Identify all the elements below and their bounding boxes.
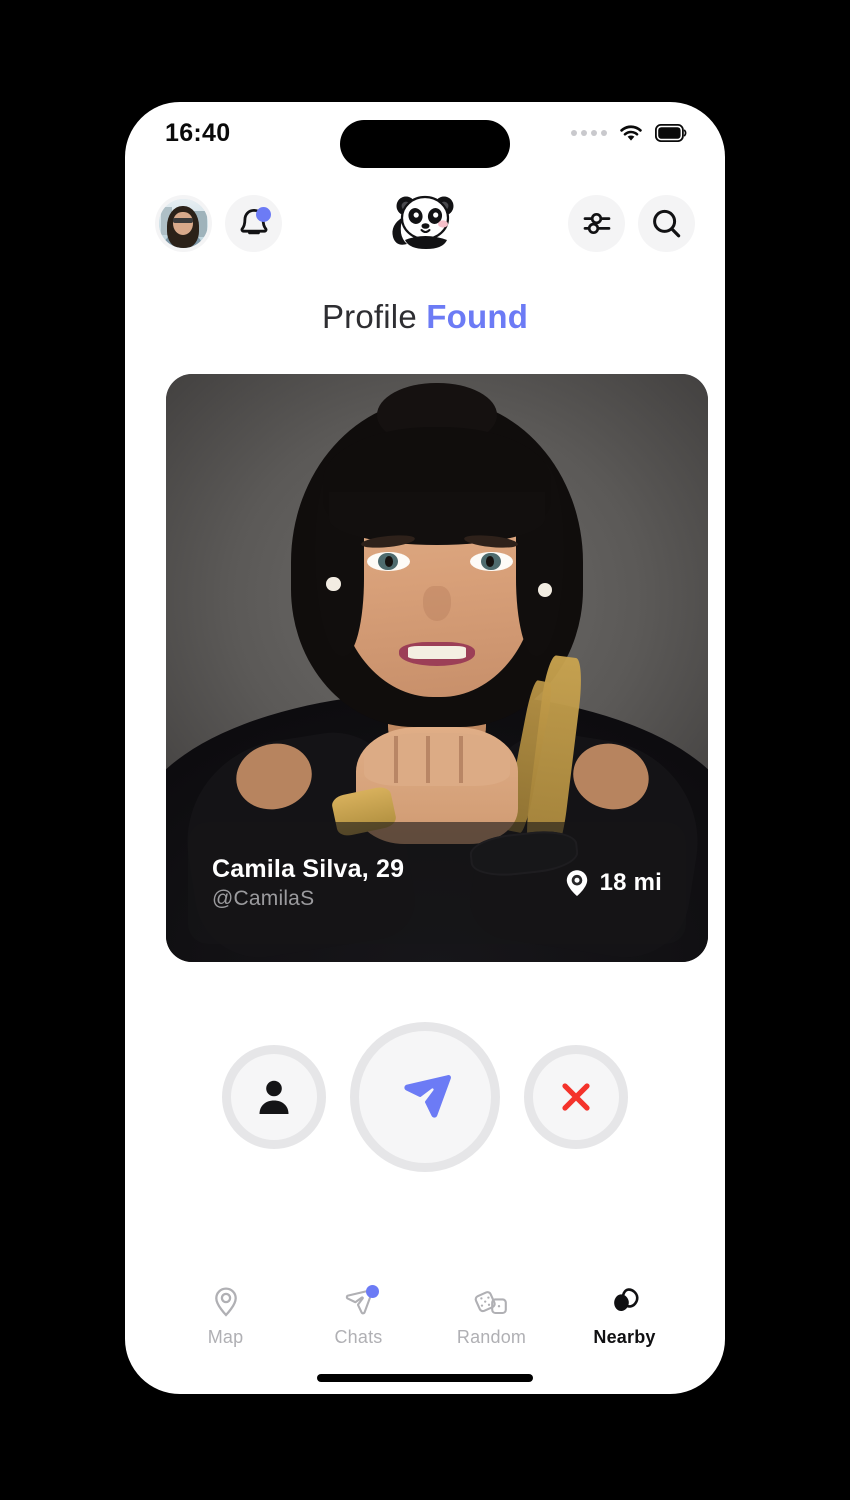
header-right-group xyxy=(568,194,695,252)
panda-logo-icon xyxy=(389,190,461,256)
stacked-cards-icon xyxy=(606,1284,644,1320)
nav-label-map: Map xyxy=(207,1327,244,1347)
profile-distance: 18 mi xyxy=(599,869,662,896)
status-indicators xyxy=(571,123,691,143)
dice-icon xyxy=(473,1284,511,1320)
person-icon xyxy=(259,1080,289,1114)
app-header xyxy=(125,187,725,259)
filters-button[interactable] xyxy=(568,194,625,252)
nav-label-random: Random xyxy=(456,1327,527,1347)
nav-item-map[interactable]: Map xyxy=(159,1284,292,1348)
signal-dots-icon xyxy=(571,130,607,136)
page-title-accent: Found xyxy=(426,298,529,335)
status-time: 16:40 xyxy=(165,118,231,147)
send-plane-icon xyxy=(404,1075,451,1118)
send-plane-outline-icon xyxy=(340,1284,379,1320)
dismiss-button[interactable] xyxy=(524,1045,628,1149)
profile-avatar[interactable] xyxy=(155,194,212,252)
nav-item-random[interactable]: Random xyxy=(425,1284,558,1348)
notification-badge xyxy=(256,206,271,222)
home-indicator[interactable] xyxy=(317,1374,533,1382)
profile-card[interactable]: Camila Silva, 29 @CamilaS 18 mi xyxy=(166,374,708,962)
header-left-group xyxy=(155,194,282,252)
dynamic-island xyxy=(340,120,510,168)
profile-name-age: Camila Silva, 29 xyxy=(212,855,405,883)
battery-full-icon xyxy=(655,124,687,142)
search-icon xyxy=(653,209,681,237)
page-title: Profile Found xyxy=(125,298,725,336)
nav-item-chats[interactable]: Chats xyxy=(292,1284,425,1348)
avatar-image xyxy=(159,198,208,248)
screenshot-root: 16:40 Profile Found Camila Silva, 29 @Ca… xyxy=(0,0,850,1500)
phone-screen: 16:40 Profile Found Camila Silva, 29 @Ca… xyxy=(125,102,725,1394)
close-x-icon xyxy=(562,1083,590,1111)
action-button-row xyxy=(125,1022,725,1172)
bottom-navigation: Map Chats Random Nearby xyxy=(125,1284,725,1348)
profile-distance-group: 18 mi xyxy=(564,868,662,898)
page-title-plain: Profile xyxy=(321,298,417,335)
profile-info-overlay: Camila Silva, 29 @CamilaS 18 mi xyxy=(188,822,686,944)
map-pin-icon xyxy=(207,1284,245,1320)
chats-badge xyxy=(365,1285,379,1298)
send-message-button[interactable] xyxy=(350,1022,500,1172)
nav-item-nearby[interactable]: Nearby xyxy=(558,1284,691,1348)
phone-frame: 16:40 Profile Found Camila Silva, 29 @Ca… xyxy=(113,90,737,1406)
location-pin-icon xyxy=(566,870,587,896)
profile-handle: @CamilaS xyxy=(212,887,315,910)
wifi-icon xyxy=(620,125,642,141)
nav-label-nearby: Nearby xyxy=(593,1327,656,1347)
notifications-button[interactable] xyxy=(225,194,282,252)
sliders-filter-icon xyxy=(583,212,610,235)
nav-label-chats: Chats xyxy=(334,1327,383,1347)
profile-action-button[interactable] xyxy=(222,1045,326,1149)
profile-identity: Camila Silva, 29 @CamilaS xyxy=(212,855,404,911)
status-bar: 16:40 xyxy=(125,102,725,168)
search-button[interactable] xyxy=(638,194,695,252)
